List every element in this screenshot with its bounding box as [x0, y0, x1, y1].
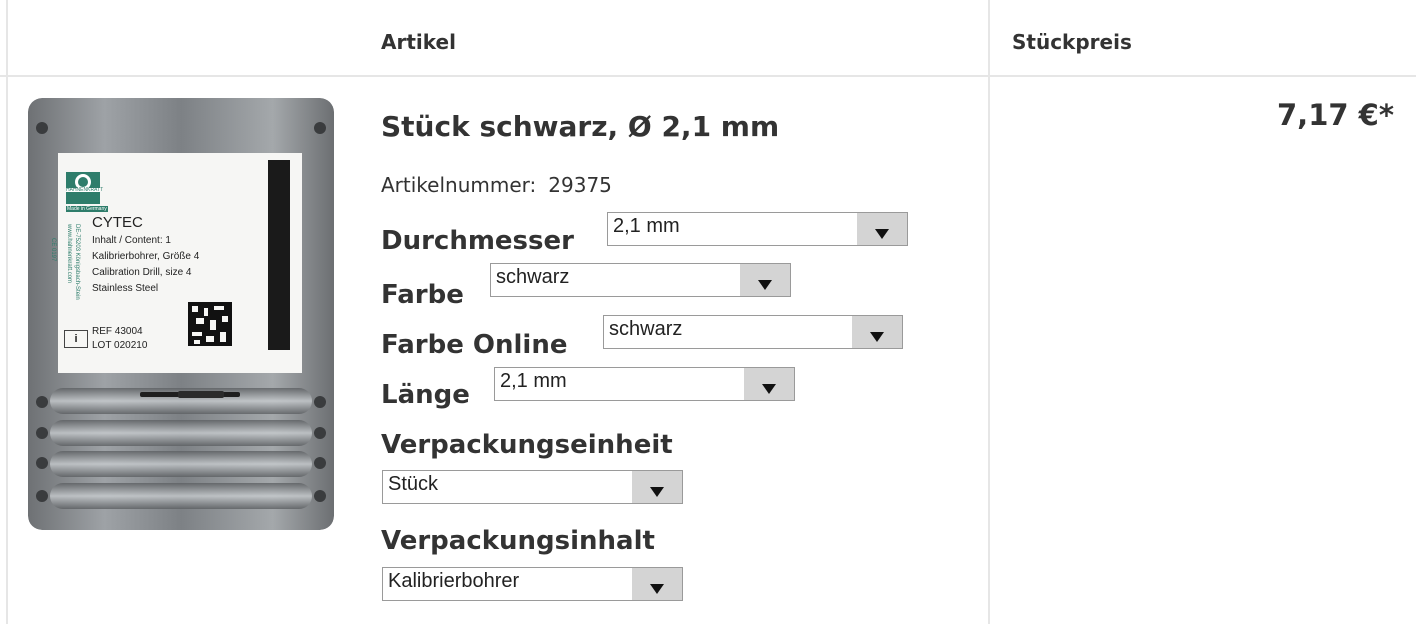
packaging-content-select[interactable]: Kalibrierbohrer: [382, 567, 683, 601]
chevron-down-icon: [650, 487, 664, 497]
diameter-select[interactable]: 2,1 mm: [607, 212, 908, 246]
packaging-unit-select[interactable]: Stück: [382, 470, 683, 504]
diameter-select-dropdown-button[interactable]: [857, 213, 907, 245]
label-made-in: Made in Germany: [66, 206, 108, 212]
label-ref: REF 43004: [92, 326, 143, 337]
label-info-icon: i: [64, 330, 88, 348]
label-text: HAHNENKRATT Made in Germany CYTEC Inhalt…: [28, 98, 334, 530]
chevron-down-icon: [650, 584, 664, 594]
packaging-unit-select-dropdown-button[interactable]: [632, 471, 682, 503]
option-label-color: Farbe: [381, 280, 464, 310]
label-website: www.hahnenkratt.com: [66, 224, 72, 284]
unit-price: 7,17 €*: [1277, 98, 1394, 132]
length-select-dropdown-button[interactable]: [744, 368, 794, 400]
packaging-content-select-value: Kalibrierbohrer: [388, 570, 520, 592]
color-online-select[interactable]: schwarz: [603, 315, 903, 349]
product-image: HAHNENKRATT Made in Germany CYTEC Inhalt…: [28, 98, 334, 530]
color-online-select-value: schwarz: [609, 318, 683, 340]
color-online-select-dropdown-button[interactable]: [852, 316, 902, 348]
article-number-label: Artikelnummer:: [381, 173, 537, 197]
packaging-unit-select-value: Stück: [388, 473, 439, 495]
table-header-divider: [0, 75, 1416, 77]
diameter-select-value: 2,1 mm: [613, 215, 680, 237]
article-number-value: 29375: [548, 173, 612, 197]
product-title: Stück schwarz, Ø 2,1 mm: [381, 110, 780, 143]
option-label-diameter: Durchmesser: [381, 226, 574, 256]
packaging-content-select-dropdown-button[interactable]: [632, 568, 682, 600]
chevron-down-icon: [870, 332, 884, 342]
label-desc-en: Calibration Drill, size 4: [92, 267, 192, 278]
label-ce: CE 0197: [50, 238, 56, 262]
length-select[interactable]: 2,1 mm: [494, 367, 795, 401]
option-label-packaging-content: Verpackungsinhalt: [381, 526, 655, 556]
label-name: CYTEC: [92, 214, 143, 231]
column-header-unit-price: Stückpreis: [1012, 30, 1132, 54]
color-select-value: schwarz: [496, 266, 570, 288]
chevron-down-icon: [875, 229, 889, 239]
label-address: DE-75203 Königsbach-Stein: [74, 224, 80, 300]
option-label-color-online: Farbe Online: [381, 330, 568, 360]
article-number: Artikelnummer: 29375: [381, 173, 612, 197]
length-select-value: 2,1 mm: [500, 370, 567, 392]
column-header-article: Artikel: [381, 30, 456, 54]
chevron-down-icon: [762, 384, 776, 394]
label-material: Stainless Steel: [92, 283, 159, 294]
label-lot: LOT 020210: [92, 340, 148, 351]
option-label-length: Länge: [381, 380, 470, 410]
color-select-dropdown-button[interactable]: [740, 264, 790, 296]
label-content: Inhalt / Content: 1: [92, 235, 171, 246]
table-column-divider: [988, 0, 990, 624]
chevron-down-icon: [758, 280, 772, 290]
option-label-packaging-unit: Verpackungseinheit: [381, 430, 673, 460]
label-brand: HAHNENKRATT: [66, 187, 104, 193]
color-select[interactable]: schwarz: [490, 263, 791, 297]
table-border-left: [6, 0, 8, 624]
label-desc-de: Kalibrierbohrer, Größe 4: [92, 251, 200, 262]
